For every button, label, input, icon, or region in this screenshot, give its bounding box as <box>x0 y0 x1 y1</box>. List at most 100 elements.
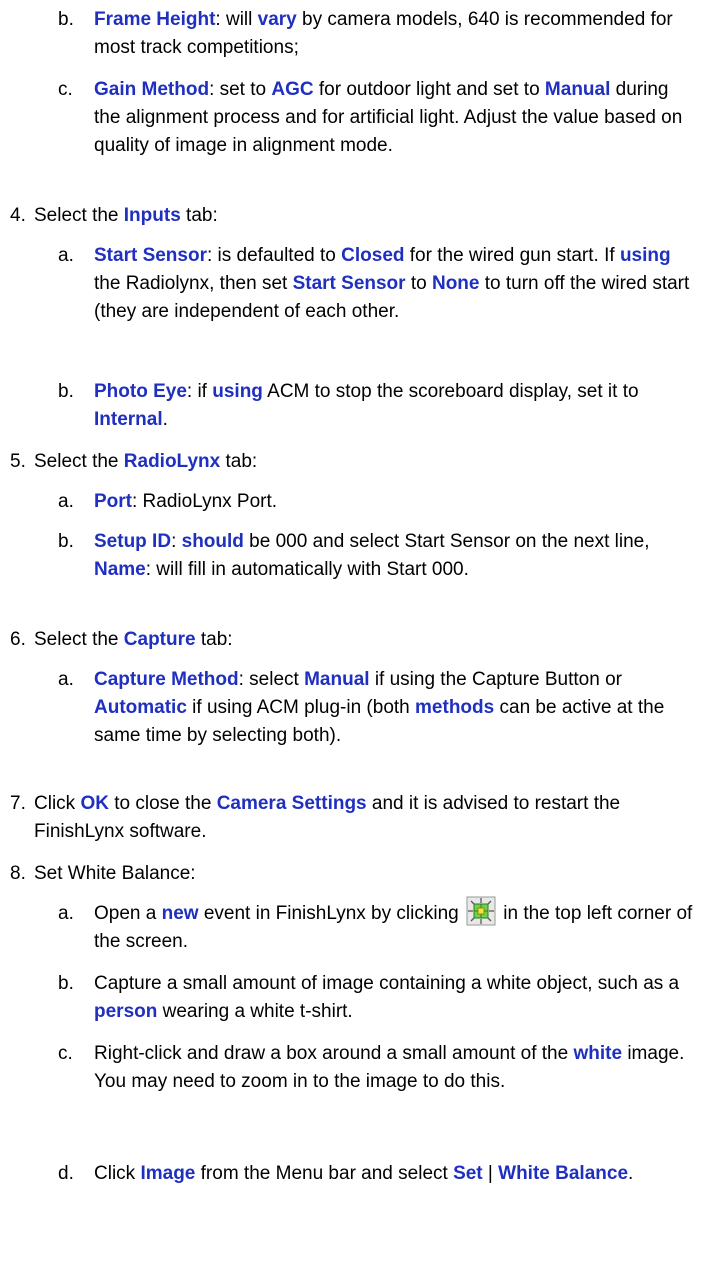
list-item-text: Open a new event in FinishLynx by clicki… <box>94 896 694 956</box>
list-marker: 4. <box>10 205 26 226</box>
body-text: to close the <box>108 793 217 814</box>
highlighted-term: Automatic <box>94 697 187 718</box>
body-text: tab: <box>195 629 233 650</box>
highlighted-term: OK <box>80 793 109 814</box>
list-marker: a. <box>58 903 74 924</box>
body-text: Capture a small amount of image containi… <box>94 973 680 994</box>
highlighted-term: methods <box>415 697 495 718</box>
highlighted-term: Camera Settings <box>216 793 367 814</box>
document-page: b. Frame Height: will vary by camera mod… <box>0 0 704 1266</box>
list-item-text: Setup ID: should be 000 and select Start… <box>94 528 694 584</box>
body-text: : will fill in automatically with Start … <box>145 559 469 580</box>
list-marker: a. <box>58 669 74 690</box>
list-marker: b. <box>58 973 74 994</box>
body-text: tab: <box>220 451 258 472</box>
list-item: 4. Select the Inputs tab: <box>10 202 694 230</box>
list-item: b. Photo Eye: if using ACM to stop the s… <box>58 378 694 434</box>
body-text: : if <box>186 381 213 402</box>
highlighted-term: Photo Eye <box>94 381 187 402</box>
list-item: a. Open a new event in FinishLynx by cli… <box>58 896 694 956</box>
highlighted-term: using <box>212 381 263 402</box>
list-item-text: Click OK to close the Camera Settings an… <box>34 790 694 846</box>
highlighted-term: should <box>181 531 244 552</box>
body-text: Click <box>34 793 81 814</box>
highlighted-term: Set <box>453 1163 483 1184</box>
body-text: : <box>171 531 182 552</box>
highlighted-term: RadioLynx <box>123 451 221 472</box>
list-item: 7. Click OK to close the Camera Settings… <box>10 790 694 846</box>
list-item-text: Capture Method: select Manual if using t… <box>94 666 694 750</box>
list-item-text: Frame Height: will vary by camera models… <box>94 6 694 62</box>
body-text: to <box>405 273 432 294</box>
list-item: d. Click Image from the Menu bar and sel… <box>58 1160 694 1188</box>
body-text: | <box>482 1163 499 1184</box>
list-marker: d. <box>58 1163 74 1184</box>
list-marker: 8. <box>10 863 26 884</box>
list-item: c. Gain Method: set to AGC for outdoor l… <box>58 76 694 160</box>
highlighted-term: AGC <box>271 79 314 100</box>
list-item-text: Select the Inputs tab: <box>34 202 694 230</box>
highlighted-term: vary <box>257 9 297 30</box>
new-event-icon[interactable] <box>466 896 496 926</box>
list-marker: b. <box>58 531 74 552</box>
list-item-text: Select the RadioLynx tab: <box>34 448 694 476</box>
highlighted-term: Closed <box>341 245 405 266</box>
list-marker: a. <box>58 491 74 512</box>
body-text: Open a <box>94 903 162 924</box>
body-text: if using ACM plug-in (both <box>186 697 416 718</box>
list-item: 8. Set White Balance: <box>10 860 694 888</box>
list-marker: c. <box>58 79 73 100</box>
body-text: : RadioLynx Port. <box>132 491 278 512</box>
highlighted-term: White Balance <box>498 1163 629 1184</box>
highlighted-term: Internal <box>94 409 163 430</box>
body-text: : will <box>215 9 258 30</box>
highlighted-term: Manual <box>544 79 611 100</box>
list-marker: b. <box>58 9 74 30</box>
body-text: the Radiolynx, then set <box>94 273 293 294</box>
highlighted-term: new <box>161 903 199 924</box>
list-item: a. Start Sensor: is defaulted to Closed … <box>58 242 694 326</box>
body-text: ACM to stop the scoreboard display, set … <box>262 381 639 402</box>
list-item: a. Port: RadioLynx Port. <box>58 488 694 516</box>
highlighted-term: using <box>619 245 671 266</box>
list-marker: b. <box>58 381 74 402</box>
body-text: from the Menu bar and select <box>195 1163 454 1184</box>
highlighted-term: Setup ID <box>94 531 172 552</box>
body-text: Select the <box>34 629 124 650</box>
body-text: if using the Capture Button or <box>369 669 622 690</box>
body-text: Right-click and draw a box around a smal… <box>94 1043 574 1064</box>
list-marker: 7. <box>10 793 26 814</box>
list-marker: c. <box>58 1043 73 1064</box>
list-marker: 5. <box>10 451 26 472</box>
body-text: for the wired gun start. If <box>404 245 620 266</box>
list-item: b. Frame Height: will vary by camera mod… <box>58 6 694 62</box>
list-item-text: Click Image from the Menu bar and select… <box>94 1160 694 1188</box>
list-marker: a. <box>58 245 74 266</box>
list-item-text: Start Sensor: is defaulted to Closed for… <box>94 242 694 326</box>
highlighted-term: person <box>94 1001 158 1022</box>
body-text: for outdoor light and set to <box>313 79 545 100</box>
list-item-text: Right-click and draw a box around a smal… <box>94 1040 694 1096</box>
body-text: . <box>162 409 168 430</box>
highlighted-term: None <box>431 273 480 294</box>
highlighted-term: Port <box>94 491 132 512</box>
list-item-text: Capture a small amount of image containi… <box>94 970 694 1026</box>
highlighted-term: Gain Method <box>94 79 210 100</box>
body-text: Set White Balance: <box>34 863 196 884</box>
list-item-text: Select the Capture tab: <box>34 626 694 654</box>
highlighted-term: Frame Height <box>94 9 216 30</box>
list-item-text: Port: RadioLynx Port. <box>94 488 694 516</box>
highlighted-term: Image <box>140 1163 196 1184</box>
list-item: 6. Select the Capture tab: <box>10 626 694 654</box>
body-text: Select the <box>34 205 124 226</box>
body-text: Select the <box>34 451 124 472</box>
body-text: event in FinishLynx by clicking <box>198 903 464 924</box>
list-marker: 6. <box>10 629 26 650</box>
list-item-text: Set White Balance: <box>34 860 694 888</box>
body-text: be 000 and select Start Sensor on the ne… <box>243 531 650 552</box>
highlighted-term: white <box>573 1043 623 1064</box>
body-text: . <box>628 1163 634 1184</box>
highlighted-term: Start Sensor <box>292 273 406 294</box>
highlighted-term: Inputs <box>123 205 181 226</box>
list-item-text: Photo Eye: if using ACM to stop the scor… <box>94 378 694 434</box>
